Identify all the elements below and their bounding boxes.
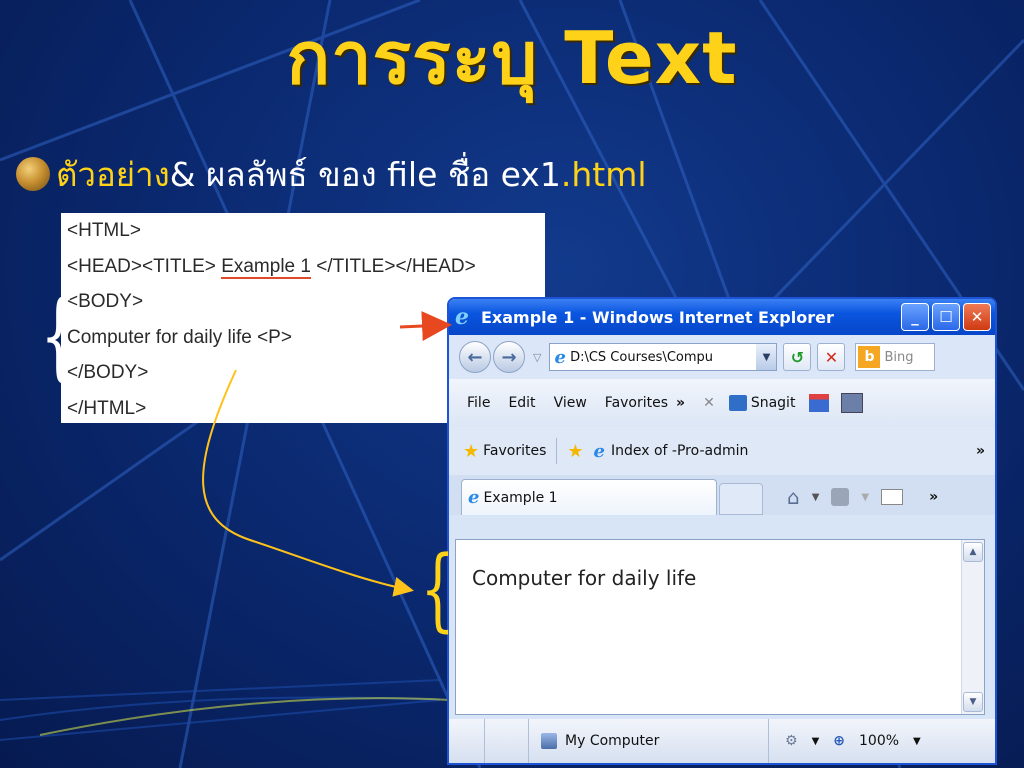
rss-icon[interactable] — [831, 488, 850, 506]
snagit-edit-icon[interactable] — [841, 393, 864, 413]
command-bar: ⌂ ▼ ▼ » — [787, 479, 938, 515]
bullet-text: & ผลลัพธ์ ของ file ชื่อ ex1 — [169, 154, 561, 194]
zone-label: My Computer — [565, 733, 660, 749]
code-fragment: </TITLE></HEAD> — [310, 255, 476, 277]
divider — [556, 438, 558, 464]
security-zone[interactable]: My Computer — [529, 719, 769, 763]
code-line: <HEAD><TITLE> Example 1 </TITLE></HEAD> — [67, 251, 545, 287]
address-bar: ← → ▽ e D:\CS Courses\Compu ▼ ↺ ✕ b Bing — [449, 335, 995, 379]
menu-file[interactable]: File — [467, 395, 490, 411]
zoom-level[interactable]: 100% — [859, 733, 899, 749]
output-brace: { — [420, 537, 455, 642]
menu-favorites[interactable]: Favorites — [605, 395, 668, 411]
address-input[interactable]: e D:\CS Courses\Compu ▼ — [549, 343, 778, 371]
search-provider: Bing — [884, 349, 914, 365]
page-body-text: Computer for daily life — [472, 566, 697, 590]
menu-view[interactable]: View — [554, 395, 587, 411]
refresh-button[interactable]: ↺ — [783, 343, 812, 371]
scroll-down-icon[interactable]: ▼ — [963, 692, 983, 712]
stop-button[interactable]: ✕ — [817, 343, 846, 371]
zoom-dropdown[interactable]: ▼ — [913, 736, 921, 747]
back-button[interactable]: ← — [459, 341, 491, 373]
ie-logo-icon: e — [455, 304, 469, 330]
new-tab-button[interactable] — [719, 483, 763, 515]
favorite-link[interactable]: Index of -Pro-admin — [611, 443, 748, 459]
protected-mode-icon[interactable]: ⚙ — [785, 733, 798, 749]
code-line: <HTML> — [67, 220, 141, 241]
slide-title: การระบุ Text — [286, 16, 738, 100]
bullet-line: ตัวอย่าง & ผลลัพธ์ ของ file ชื่อ ex1 .ht… — [16, 150, 647, 198]
tab-title: Example 1 — [483, 489, 558, 506]
address-value: D:\CS Courses\Compu — [570, 349, 714, 365]
status-bar: My Computer ⚙ ▼ ⊕ 100% ▼ — [449, 719, 995, 763]
close-toolbar-icon[interactable]: ✕ — [703, 395, 715, 411]
page-icon: e — [593, 440, 605, 462]
body-brace: { — [40, 280, 77, 392]
search-input[interactable]: b Bing — [855, 343, 936, 371]
tab-example-1[interactable]: e Example 1 — [461, 479, 717, 515]
scroll-up-icon[interactable]: ▲ — [963, 542, 983, 562]
tab-ie-icon: e — [468, 487, 480, 508]
bullet-icon — [16, 157, 50, 191]
snagit-button[interactable]: Snagit — [728, 395, 796, 411]
forward-button[interactable]: → — [493, 341, 525, 373]
minimize-button[interactable]: _ — [901, 303, 929, 331]
menu-bar: File Edit View Favorites » ✕ Snagit — [449, 379, 995, 427]
forward-icon: → — [501, 346, 517, 368]
bullet-keyword: ตัวอย่าง — [56, 154, 170, 194]
menu-overflow[interactable]: » — [676, 395, 685, 411]
code-title-text: Example 1 — [221, 255, 311, 279]
ie-titlebar[interactable]: e Example 1 - Windows Internet Explorer … — [449, 299, 995, 335]
ie-window: e Example 1 - Windows Internet Explorer … — [447, 297, 997, 765]
page-content: Computer for daily life ▲ ▼ — [455, 539, 985, 715]
back-icon: ← — [467, 346, 483, 368]
window-controls: _ ☐ ✕ — [901, 303, 991, 331]
menu-edit[interactable]: Edit — [508, 395, 535, 411]
snagit-window-icon[interactable] — [809, 394, 830, 412]
zoom-icon: ⊕ — [833, 733, 845, 749]
add-favorite-icon[interactable]: ★ — [567, 441, 583, 462]
tab-bar: e Example 1 ⌂ ▼ ▼ » — [449, 475, 995, 515]
home-dropdown[interactable]: ▼ — [812, 492, 820, 503]
maximize-button[interactable]: ☐ — [932, 303, 960, 331]
vertical-scrollbar[interactable]: ▲ ▼ — [961, 540, 984, 714]
close-button[interactable]: ✕ — [963, 303, 991, 331]
commandbar-overflow[interactable]: » — [929, 489, 938, 505]
snagit-icon — [728, 395, 747, 411]
history-dropdown[interactable]: ▽ — [533, 351, 541, 364]
home-icon[interactable]: ⌂ — [787, 485, 800, 509]
computer-icon — [541, 733, 557, 749]
favbar-overflow[interactable]: » — [976, 443, 985, 459]
status-cell-empty — [485, 719, 529, 763]
rss-dropdown[interactable]: ▼ — [861, 492, 869, 503]
status-right: ⚙ ▼ ⊕ 100% ▼ — [769, 733, 921, 749]
code-fragment: <HEAD><TITLE> — [67, 255, 222, 277]
refresh-icon: ↺ — [790, 347, 805, 367]
address-dropdown[interactable]: ▼ — [756, 344, 777, 370]
page-icon: e — [554, 346, 566, 368]
favorites-star-icon: ★ — [463, 440, 480, 462]
status-cell-empty — [449, 719, 485, 763]
stop-icon: ✕ — [824, 347, 839, 367]
favorites-button[interactable]: Favorites — [483, 443, 546, 459]
snagit-label: Snagit — [750, 395, 796, 411]
protected-dropdown[interactable]: ▼ — [812, 736, 820, 747]
mail-icon[interactable] — [881, 489, 904, 505]
favorites-bar: ★ Favorites ★ e Index of -Pro-admin » — [449, 427, 995, 475]
bullet-extension: .html — [560, 154, 647, 194]
bing-icon: b — [858, 346, 881, 368]
window-title: Example 1 - Windows Internet Explorer — [481, 307, 834, 327]
